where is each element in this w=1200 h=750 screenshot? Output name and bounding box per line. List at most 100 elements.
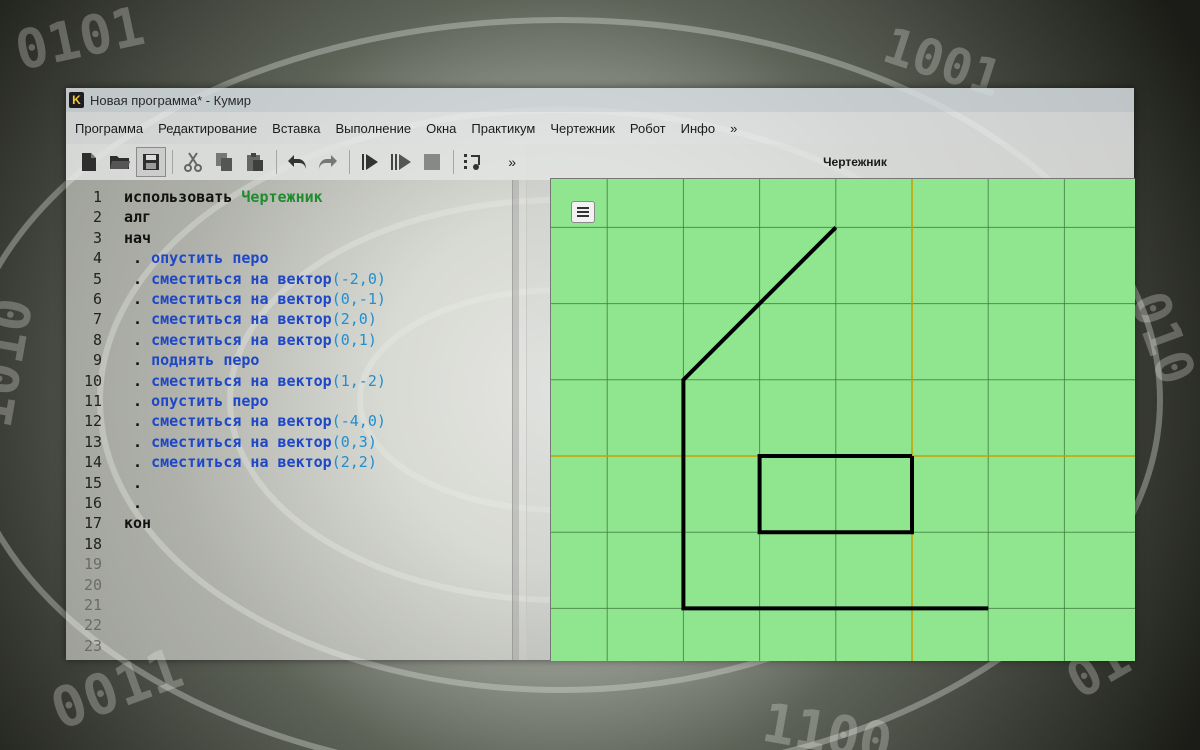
copy-button[interactable] [209, 147, 239, 177]
redo-button[interactable] [313, 147, 343, 177]
toolbar-more-button[interactable]: » [508, 154, 516, 170]
menu-windows[interactable]: Окна [420, 121, 465, 136]
editor-scrollbar[interactable] [512, 180, 519, 660]
menu-practicum[interactable]: Практикум [465, 121, 544, 136]
line-number: 15 [83, 473, 102, 492]
line-number: 17 [83, 514, 102, 533]
code-token: сместиться на вектор [151, 269, 332, 288]
line-number-gutter: 1 2 3 4 5 6 7 8 9 10 11 12 13 14 15 16 17 18 19 20 21 22 23 [66, 180, 114, 660]
code-token: . [124, 310, 152, 329]
code-token: сместиться на вектор [151, 290, 332, 308]
code-token: опустить перо [151, 392, 269, 410]
menu-info[interactable]: Инфо [675, 121, 724, 136]
canvas-background [551, 179, 1135, 661]
canvas-menu-button[interactable] [571, 201, 595, 223]
menu-run[interactable]: Выполнение [329, 121, 420, 136]
new-file-icon [82, 153, 96, 171]
code-token: (0,-1) [331, 290, 386, 308]
save-button[interactable] [136, 147, 166, 177]
hamburger-menu-icon [577, 207, 589, 217]
code-token: сместиться на вектор [151, 371, 332, 390]
line-number: 14 [83, 453, 102, 472]
undo-icon [288, 155, 306, 169]
paste-button[interactable] [240, 147, 270, 177]
menu-drawer[interactable]: Чертежник [544, 121, 624, 136]
drawer-canvas[interactable] [550, 178, 1135, 661]
cut-icon [184, 152, 202, 172]
kumir-window: K Новая программа* - Кумир Программа Ред… [66, 88, 1135, 661]
code-token: сместиться на вектор [151, 310, 332, 329]
new-file-button[interactable] [74, 147, 104, 177]
code-token: Чертежник [241, 188, 323, 206]
paste-icon [247, 153, 263, 171]
line-number: 19 [83, 555, 102, 574]
code-token: . [124, 351, 152, 370]
redo-icon [319, 155, 337, 169]
debug-button[interactable] [459, 147, 489, 177]
code-line: . сместиться на вектор(0,-1) [124, 290, 386, 308]
code-token: поднять перо [151, 351, 260, 370]
code-token: сместиться на вектор [151, 432, 332, 451]
copy-icon [216, 153, 232, 171]
line-number: 11 [83, 392, 102, 410]
line-number: 21 [83, 596, 102, 614]
code-token: . [124, 249, 152, 268]
kumir-logo-icon: K [69, 92, 84, 108]
cut-button[interactable] [178, 147, 208, 177]
code-token: (2,0) [331, 310, 377, 329]
code-token: . [124, 392, 152, 410]
drawer-header: Чертежник [526, 144, 1134, 180]
open-folder-icon [110, 156, 130, 169]
code-token: кон [124, 514, 152, 533]
code-line: использовать Чертежник [124, 188, 323, 206]
line-number: 8 [92, 330, 102, 349]
code-line: кон [124, 514, 151, 532]
code-line: нач [124, 229, 151, 247]
step-run-button[interactable] [386, 147, 416, 177]
code-line: . сместиться на вектор(2,2) [124, 453, 377, 471]
code-token: (-4,0) [331, 412, 386, 431]
menu-insert[interactable]: Вставка [266, 121, 329, 136]
menu-bar: Программа Редактирование Вставка Выполне… [66, 112, 1134, 144]
menu-edit[interactable]: Редактирование [152, 121, 266, 136]
run-button[interactable] [355, 147, 385, 177]
code-area[interactable]: 1 2 3 4 5 6 7 8 9 10 11 12 13 14 15 16 17 18 19 20 21 22 23 ис… [66, 180, 526, 660]
toolbar-separator [276, 150, 277, 174]
menu-more[interactable]: » [724, 121, 746, 136]
code-line: . [124, 494, 142, 512]
line-number: 10 [83, 371, 102, 390]
code-token: сместиться на вектор [151, 330, 332, 349]
line-number: 13 [83, 432, 102, 451]
code-line: алг [124, 208, 151, 226]
code-token: использовать [124, 188, 242, 206]
code-token: . [124, 269, 152, 288]
code-token: . [124, 290, 152, 308]
line-number: 6 [92, 290, 102, 308]
stop-button[interactable] [417, 147, 447, 177]
line-number: 7 [92, 310, 102, 329]
code-line: . опустить перо [124, 249, 268, 268]
open-file-button[interactable] [105, 147, 135, 177]
code-line: . сместиться на вектор(2,0) [124, 310, 377, 328]
drawer-panel: Чертежник [526, 144, 1135, 661]
menu-program[interactable]: Программа [69, 121, 152, 136]
line-number: 1 [92, 188, 102, 206]
toolbar-separator [349, 150, 350, 174]
window-title: Новая программа* - Кумир [90, 92, 252, 108]
code-token: . [124, 412, 152, 431]
code-token: нач [124, 228, 152, 247]
stop-icon [424, 154, 440, 170]
undo-button[interactable] [282, 147, 312, 177]
code-line: . сместиться на вектор(-4,0) [124, 412, 386, 430]
debug-icon [464, 154, 480, 170]
line-number: 22 [83, 616, 102, 635]
save-icon [143, 154, 159, 170]
code-token: . [124, 453, 152, 472]
code-line: . сместиться на вектор(0,1) [124, 331, 377, 349]
line-number: 3 [92, 228, 102, 247]
menu-robot[interactable]: Робот [624, 121, 675, 136]
code-line: . сместиться на вектор(0,3) [124, 433, 377, 451]
line-number: 2 [92, 208, 102, 227]
code-token: . [124, 371, 152, 390]
drawer-title: Чертежник [823, 155, 887, 169]
